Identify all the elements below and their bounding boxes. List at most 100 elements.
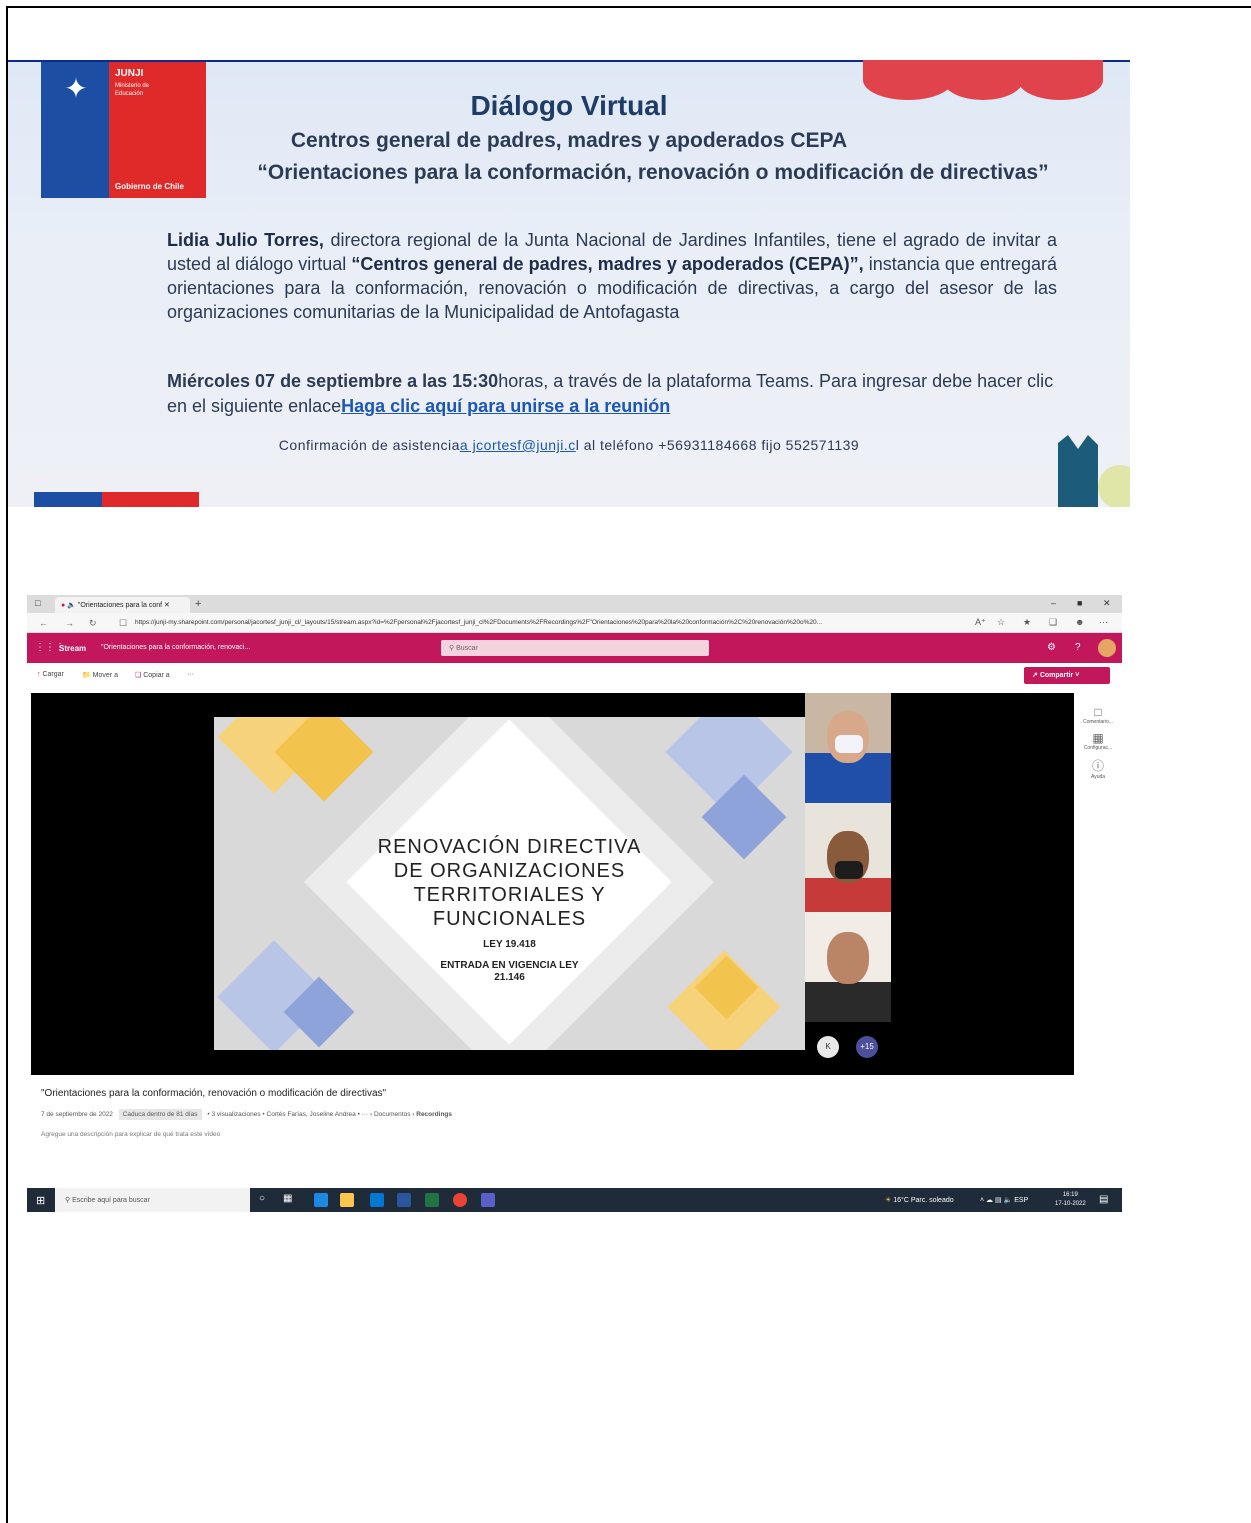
- app-name[interactable]: Stream: [59, 644, 86, 653]
- teams-icon[interactable]: [481, 1193, 495, 1207]
- windows-taskbar: ⊞ ⚲ Escribe aquí para buscar ○ ▦ ☀ 16°C …: [27, 1188, 1122, 1212]
- language-indicator[interactable]: ESP: [1014, 1197, 1028, 1204]
- help-label: Ayuda: [1090, 774, 1106, 780]
- share-label: Compartir: [1039, 672, 1074, 679]
- clock-date: 17-10-2022: [1055, 1201, 1086, 1207]
- tab-actions-icon[interactable]: □: [35, 598, 40, 608]
- upload-label: Cargar: [42, 671, 64, 678]
- copy-icon: ❏: [135, 672, 144, 679]
- notification-icon[interactable]: ▤: [1099, 1194, 1108, 1205]
- upload-button[interactable]: ↑ Cargar: [37, 671, 64, 678]
- settings-icon[interactable]: ▦: [1077, 731, 1119, 745]
- gear-icon[interactable]: ⚙: [1047, 642, 1056, 653]
- breadcrumb-more[interactable]: ···: [362, 1111, 369, 1118]
- copy-button[interactable]: ❏ Copiar a: [135, 671, 170, 679]
- favorite-icon[interactable]: ☆: [997, 617, 1005, 628]
- face-mask: [835, 861, 863, 879]
- share-button[interactable]: ↗ Compartir ˅: [1024, 667, 1110, 684]
- edge-icon[interactable]: [314, 1193, 328, 1207]
- more-commands-button[interactable]: ···: [187, 671, 194, 678]
- tab-bar: □ ● 🔈 "Orientaciones para la conf ✕ + – …: [27, 595, 1122, 613]
- system-clock[interactable]: 16:19 17-10-2022: [1055, 1191, 1086, 1209]
- help-circle-icon[interactable]: ⓘ: [1077, 757, 1119, 774]
- confirmation-line: Confirmación de asistenciaa jcortesf@jun…: [8, 437, 1130, 453]
- document-name[interactable]: "Orientaciones para la conformación, ren…: [101, 644, 250, 651]
- command-bar: ↑ Cargar 📁 Mover a ❏ Copiar a ··· ↗ Comp…: [27, 663, 1122, 687]
- side-panel: □ Comentario... ▦ Configurac... ⓘ Ayuda: [1077, 699, 1119, 780]
- settings-label: Configurac...: [1083, 745, 1113, 751]
- back-icon[interactable]: ←: [39, 618, 48, 628]
- description-field[interactable]: Agregue una descripción para explicar de…: [41, 1131, 220, 1138]
- participant-overflow[interactable]: +15: [856, 1036, 878, 1058]
- weather-text: 16°C Parc. soleado: [893, 1197, 954, 1204]
- cloud-icon[interactable]: ☁: [986, 1197, 993, 1204]
- browser-tab[interactable]: ● 🔈 "Orientaciones para la conf ✕: [55, 597, 190, 613]
- cortana-icon[interactable]: ○: [259, 1193, 273, 1207]
- outlook-icon[interactable]: [370, 1193, 384, 1207]
- folder-icon: 📁: [82, 672, 93, 679]
- participant-video[interactable]: [805, 912, 891, 1022]
- logo-brand: JUNJI: [115, 68, 144, 79]
- participant-video[interactable]: [805, 693, 891, 803]
- close-tab-icon[interactable]: ✕: [164, 602, 170, 609]
- windows-start-icon[interactable]: ⊞: [36, 1194, 45, 1207]
- author-link[interactable]: Cortés Farías, Joseline Andrea: [267, 1111, 356, 1118]
- settings-more-icon[interactable]: ⋯: [1099, 617, 1108, 628]
- avatar[interactable]: [1098, 639, 1116, 657]
- lock-icon: ☐: [119, 618, 128, 628]
- share-icon: ↗: [1032, 672, 1040, 679]
- browser-window: □ ● 🔈 "Orientaciones para la conf ✕ + – …: [27, 595, 1122, 1212]
- file-explorer-icon[interactable]: [340, 1193, 354, 1207]
- close-window-icon[interactable]: ✕: [1103, 598, 1111, 609]
- invitation-quote: “Orientaciones para la conformación, ren…: [257, 161, 1049, 184]
- restore-icon[interactable]: ■: [1077, 598, 1082, 608]
- breadcrumb-recordings[interactable]: Recordings: [416, 1111, 452, 1118]
- collections-icon[interactable]: ❏: [1049, 617, 1057, 628]
- participant-video[interactable]: [805, 803, 891, 912]
- video-meta: 7 de septiembre de 2022 Caduca dentro de…: [41, 1109, 452, 1120]
- chevron-down-icon: ˅: [1073, 672, 1080, 679]
- move-button[interactable]: 📁 Mover a: [82, 671, 118, 679]
- participant-face: [827, 932, 869, 984]
- chevron-up-icon[interactable]: ˄: [980, 1197, 984, 1204]
- participant-initial[interactable]: K: [817, 1036, 839, 1058]
- reload-icon[interactable]: ↻: [89, 618, 97, 629]
- participant-shirt: [805, 982, 891, 1022]
- face-mask: [835, 735, 863, 753]
- forward-icon[interactable]: →: [65, 618, 74, 628]
- word-icon[interactable]: [397, 1193, 411, 1207]
- profile-icon[interactable]: ☻: [1075, 617, 1084, 627]
- taskbar-search-placeholder: Escribe aquí para buscar: [72, 1197, 150, 1204]
- task-view-icon[interactable]: ▦: [283, 1193, 297, 1207]
- chrome-icon[interactable]: [453, 1193, 467, 1207]
- confirm-email-link[interactable]: a jcortesf@junji.c: [460, 437, 576, 453]
- video-player[interactable]: RENOVACIÓN DIRECTIVA DE ORGANIZACIONES T…: [31, 693, 1074, 1075]
- volume-icon[interactable]: 🔈: [1004, 1197, 1013, 1204]
- video-title: "Orientaciones para la conformación, ren…: [41, 1088, 387, 1099]
- weather-widget[interactable]: ☀ 16°C Parc. soleado: [885, 1196, 954, 1204]
- new-tab-icon[interactable]: +: [195, 598, 201, 610]
- read-aloud-icon[interactable]: A⁺: [975, 617, 986, 628]
- excel-icon[interactable]: [425, 1193, 439, 1207]
- url-field[interactable]: https://junji-my.sharepoint.com/personal…: [135, 619, 965, 626]
- minimize-icon[interactable]: –: [1051, 598, 1056, 608]
- network-icon[interactable]: ▤: [995, 1197, 1002, 1204]
- search-input[interactable]: ⚲ Buscar: [441, 640, 709, 656]
- comments-label: Comentario...: [1082, 719, 1113, 725]
- copy-label: Copiar a: [143, 672, 170, 679]
- logo-government: Gobierno de Chile: [115, 182, 184, 191]
- favorites-icon[interactable]: ★: [1023, 617, 1031, 628]
- flag-red: [102, 492, 199, 507]
- breadcrumb-documents[interactable]: Documentos: [374, 1111, 411, 1118]
- invitation-banner: ✦ JUNJI Ministerio de Educación Gobierno…: [8, 60, 1130, 507]
- taskbar-search[interactable]: ⚲ Escribe aquí para buscar: [55, 1188, 250, 1212]
- comment-icon[interactable]: □: [1077, 705, 1119, 719]
- join-meeting-link[interactable]: Haga clic aquí para unirse a la reunión: [341, 396, 670, 416]
- flag-blue: [34, 492, 102, 507]
- confirm-suffix: l al teléfono +56931184668 fijo 55257113…: [575, 437, 860, 453]
- help-icon[interactable]: ?: [1075, 642, 1081, 653]
- stream-icon: ●: [61, 602, 66, 609]
- presentation-slide: RENOVACIÓN DIRECTIVA DE ORGANIZACIONES T…: [214, 717, 805, 1050]
- event-date: Miércoles 07 de septiembre a las 15:30: [167, 371, 499, 391]
- invitation-subtitle: Centros general de padres, madres y apod…: [290, 129, 848, 152]
